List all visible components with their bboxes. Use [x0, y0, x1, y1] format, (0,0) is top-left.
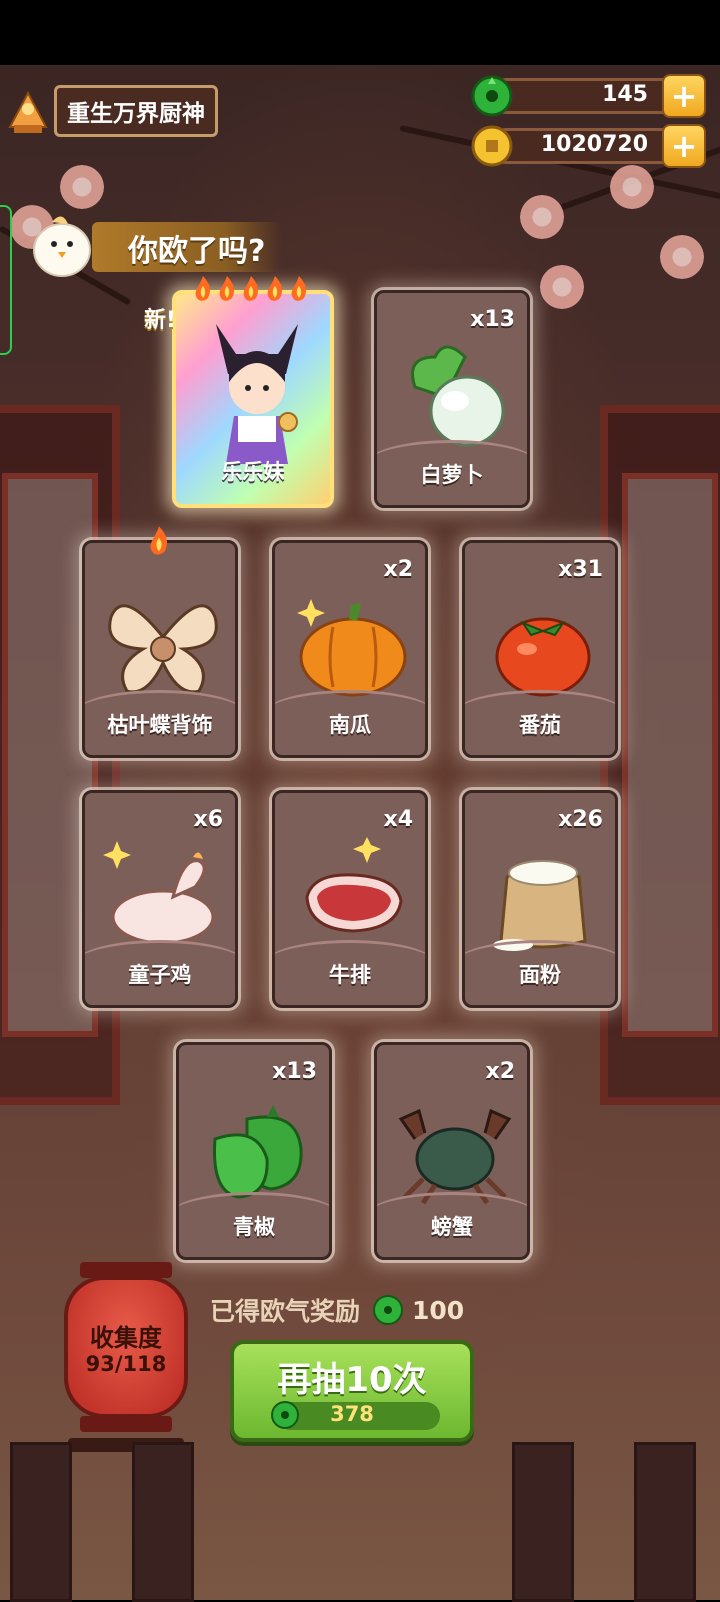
- collection-label: 收集度: [90, 1324, 162, 1352]
- crab-icon: [398, 1108, 512, 1205]
- side-drawer-tab[interactable]: [0, 205, 12, 355]
- card-chicken[interactable]: x6 童子鸡: [82, 790, 238, 1008]
- card-crab[interactable]: x2 螃蟹: [374, 1042, 530, 1260]
- jade-amount: 145: [602, 82, 648, 107]
- blossom: [540, 265, 584, 309]
- card-name: 枯叶蝶背饰: [107, 713, 213, 737]
- chicken-icon: [103, 841, 215, 945]
- flame-icon: [243, 276, 259, 301]
- card-name: 童子鸡: [128, 963, 192, 987]
- item-count: x13: [470, 307, 515, 332]
- pumpkin-icon: [297, 599, 407, 697]
- butterfly-wings-icon: [108, 604, 218, 694]
- card-tomato[interactable]: x31 番茄: [462, 540, 618, 758]
- flame-icon: [150, 526, 168, 555]
- banner-text: 你欧了吗?: [128, 234, 266, 269]
- item-count: x26: [558, 807, 603, 832]
- card-flour[interactable]: x26 面粉: [462, 790, 618, 1008]
- plus-icon: +: [670, 127, 698, 165]
- card-character[interactable]: 乐乐妹 新!: [144, 276, 334, 508]
- gold-coin-icon: [471, 125, 513, 167]
- card-name: 番茄: [519, 713, 561, 737]
- white-radish-icon: [411, 345, 505, 447]
- flame-icon: [267, 276, 283, 301]
- item-count: x6: [193, 807, 224, 832]
- add-coin-button[interactable]: +: [662, 124, 706, 168]
- item-count: x4: [383, 807, 414, 832]
- add-jade-button[interactable]: +: [662, 74, 706, 118]
- blossom: [520, 195, 564, 239]
- card-white-radish[interactable]: x13 白萝卜: [374, 290, 530, 508]
- draw-cost: 378: [330, 1402, 374, 1426]
- chick-mascot-icon: [33, 216, 91, 277]
- fence-post: [10, 1442, 72, 1602]
- fence-post: [132, 1442, 194, 1602]
- reward-row: 已得欧气奖励 100: [210, 1292, 464, 1328]
- fence-post: [512, 1442, 574, 1602]
- jade-currency: 145 +: [470, 74, 706, 118]
- coin-currency: 1020720 +: [470, 124, 706, 168]
- draw-button-label: 再抽10次: [277, 1360, 427, 1400]
- item-count: x2: [485, 1059, 516, 1084]
- card-green-pepper[interactable]: x13 青椒: [176, 1042, 332, 1260]
- green-pepper-icon: [213, 1105, 303, 1199]
- blossom: [660, 235, 704, 279]
- chef-trophy-icon: [8, 90, 48, 133]
- green-jade-icon: [373, 1295, 404, 1325]
- flame-icon: [291, 276, 307, 301]
- card-name: 螃蟹: [431, 1215, 473, 1239]
- reward-text: 已得欧气奖励: [210, 1297, 361, 1326]
- card-name: 牛排: [329, 963, 371, 987]
- fence-post: [634, 1442, 696, 1602]
- blossom: [610, 165, 654, 209]
- collection-progress: 93/118: [85, 1352, 167, 1376]
- item-count: x2: [383, 557, 414, 582]
- card-pumpkin[interactable]: x2 南瓜: [272, 540, 428, 758]
- card-name: 青椒: [233, 1215, 275, 1239]
- collection-lantern[interactable]: 收集度 93/118: [64, 1262, 188, 1452]
- rarity-flames: [192, 274, 310, 302]
- item-count: x31: [558, 557, 603, 582]
- card-name: 乐乐妹: [221, 460, 285, 484]
- steak-icon: [305, 837, 403, 933]
- game-title: 重生万界厨神: [54, 85, 218, 137]
- card-name: 面粉: [519, 963, 561, 987]
- new-badge: 新!: [144, 308, 177, 333]
- card-name: 南瓜: [329, 713, 371, 737]
- window-frame-right: [600, 405, 720, 1105]
- card-butterfly-accessory[interactable]: 枯叶蝶背饰: [82, 526, 238, 758]
- tomato-icon: [495, 617, 591, 697]
- card-steak[interactable]: x4 牛排: [272, 790, 428, 1008]
- reward-amount: 100: [412, 1295, 465, 1325]
- flame-icon: [195, 276, 211, 301]
- green-jade-icon: [471, 75, 513, 117]
- flour-sack-icon: [493, 860, 587, 951]
- game-title-badge[interactable]: 重生万界厨神: [4, 85, 218, 137]
- card-name: 白萝卜: [420, 463, 484, 487]
- plus-icon: +: [670, 77, 698, 115]
- blossom: [60, 165, 104, 209]
- coin-amount: 1020720: [540, 132, 648, 157]
- flame-icon: [219, 276, 235, 301]
- draw-again-button[interactable]: 再抽10次 378: [230, 1340, 474, 1442]
- item-count: x13: [272, 1059, 317, 1084]
